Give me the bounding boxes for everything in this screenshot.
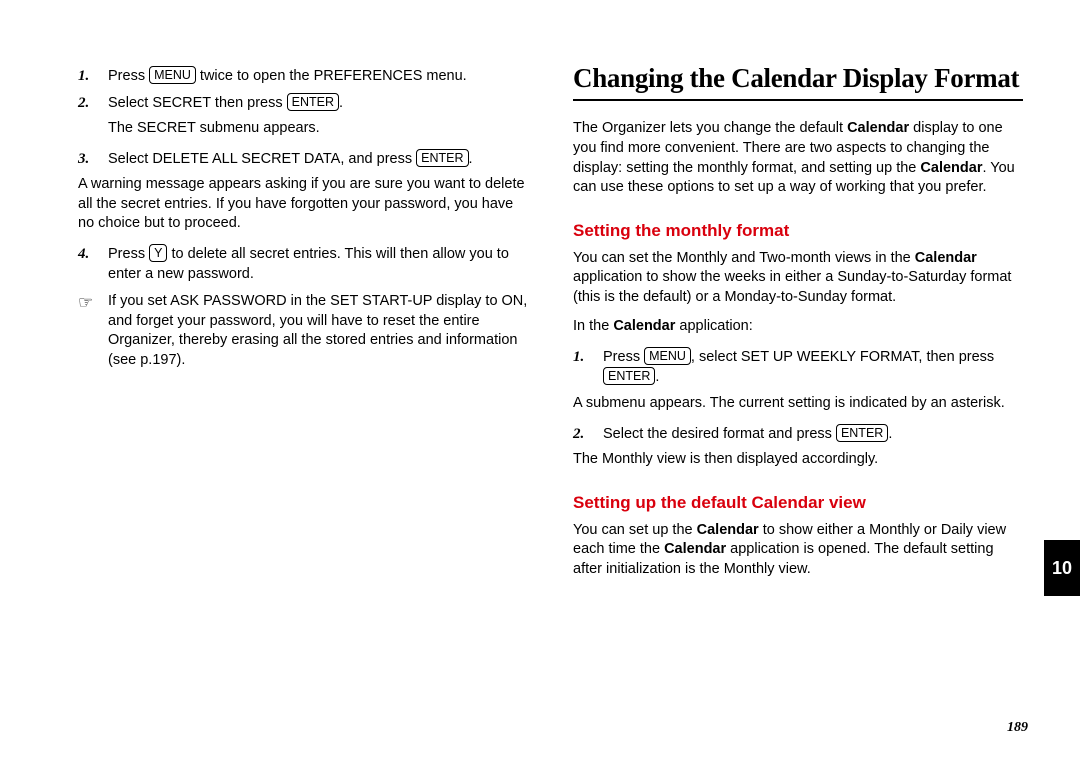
manual-page: 1. Press MENU twice to open the PREFEREN… — [0, 0, 1080, 760]
step-body: Press MENU, select SET UP WEEKLY FORMAT,… — [603, 347, 1023, 388]
step-4: 4. Press Y to delete all secret entries.… — [78, 244, 533, 284]
text: to delete all secret entries. This will … — [108, 246, 509, 282]
text: Select the desired format and press — [603, 426, 836, 442]
sub2-body: You can set up the Calendar to show eith… — [573, 521, 1023, 580]
step-number: 1. — [573, 347, 603, 388]
text: application to show the weeks in either … — [573, 269, 1011, 305]
text: twice to open the PREFERENCES menu. — [196, 68, 467, 84]
hand-point-icon: ☞ — [78, 292, 108, 370]
text: You can set up the — [573, 522, 697, 538]
bold-calendar: Calendar — [915, 250, 977, 266]
step-body: Select SECRET then press ENTER. — [108, 93, 533, 114]
text: application: — [675, 318, 752, 334]
right-step-1: 1. Press MENU, select SET UP WEEKLY FORM… — [573, 347, 1023, 388]
bold-calendar: Calendar — [920, 160, 982, 176]
note-text: If you set ASK PASSWORD in the SET START… — [108, 292, 533, 370]
subhead-monthly-format: Setting the monthly format — [573, 220, 1023, 243]
bold-calendar: Calendar — [697, 522, 759, 538]
subhead-default-view: Setting up the default Calendar view — [573, 492, 1023, 515]
bold-calendar: Calendar — [664, 541, 726, 557]
text: . — [469, 151, 473, 167]
key-enter: ENTER — [603, 367, 655, 385]
key-enter: ENTER — [836, 424, 888, 442]
result-text: The SECRET submenu appears. — [108, 119, 533, 139]
text: Press — [603, 349, 644, 365]
step-body: Press Y to delete all secret entries. Th… — [108, 244, 533, 284]
text: , select SET UP WEEKLY FORMAT, then pres… — [691, 349, 994, 365]
step-number: 2. — [573, 424, 603, 445]
step-2: 2. Select SECRET then press ENTER. — [78, 93, 533, 114]
sub1-body: You can set the Monthly and Two-month vi… — [573, 249, 1023, 308]
text: . — [888, 426, 892, 442]
in-app-line: In the Calendar application: — [573, 317, 1023, 337]
text: Select SECRET then press — [108, 95, 287, 111]
step-number: 4. — [78, 244, 108, 284]
section-title: Changing the Calendar Display Format — [573, 60, 1023, 101]
after-r2: The Monthly view is then displayed accor… — [573, 450, 1023, 470]
key-menu: MENU — [149, 66, 196, 84]
key-enter: ENTER — [287, 93, 339, 111]
text: Press — [108, 68, 149, 84]
warning-paragraph: A warning message appears asking if you … — [78, 175, 533, 234]
step-body: Press MENU twice to open the PREFERENCES… — [108, 66, 533, 87]
step-number: 3. — [78, 149, 108, 170]
step-body: Select the desired format and press ENTE… — [603, 424, 1023, 445]
text: In the — [573, 318, 613, 334]
step-body: Select DELETE ALL SECRET DATA, and press… — [108, 149, 533, 170]
right-column: Changing the Calendar Display Format The… — [573, 60, 1023, 730]
text: . — [339, 95, 343, 111]
right-step-2: 2. Select the desired format and press E… — [573, 424, 1023, 445]
text: . — [655, 369, 659, 385]
key-enter: ENTER — [416, 149, 468, 167]
text: The Organizer lets you change the defaul… — [573, 120, 847, 136]
step-number: 2. — [78, 93, 108, 114]
key-menu: MENU — [644, 347, 691, 365]
bold-calendar: Calendar — [847, 120, 909, 136]
step-1: 1. Press MENU twice to open the PREFEREN… — [78, 66, 533, 87]
key-y: Y — [149, 244, 167, 262]
left-column: 1. Press MENU twice to open the PREFEREN… — [78, 60, 533, 730]
after-r1: A submenu appears. The current setting i… — [573, 394, 1023, 414]
bold-calendar: Calendar — [613, 318, 675, 334]
intro-paragraph: The Organizer lets you change the defaul… — [573, 119, 1023, 197]
text: You can set the Monthly and Two-month vi… — [573, 250, 915, 266]
text: Select DELETE ALL SECRET DATA, and press — [108, 151, 416, 167]
text: Press — [108, 246, 149, 262]
note-block: ☞ If you set ASK PASSWORD in the SET STA… — [78, 292, 533, 370]
step-number: 1. — [78, 66, 108, 87]
chapter-tab: 10 — [1044, 540, 1080, 596]
step-3: 3. Select DELETE ALL SECRET DATA, and pr… — [78, 149, 533, 170]
page-number: 189 — [1007, 720, 1028, 736]
